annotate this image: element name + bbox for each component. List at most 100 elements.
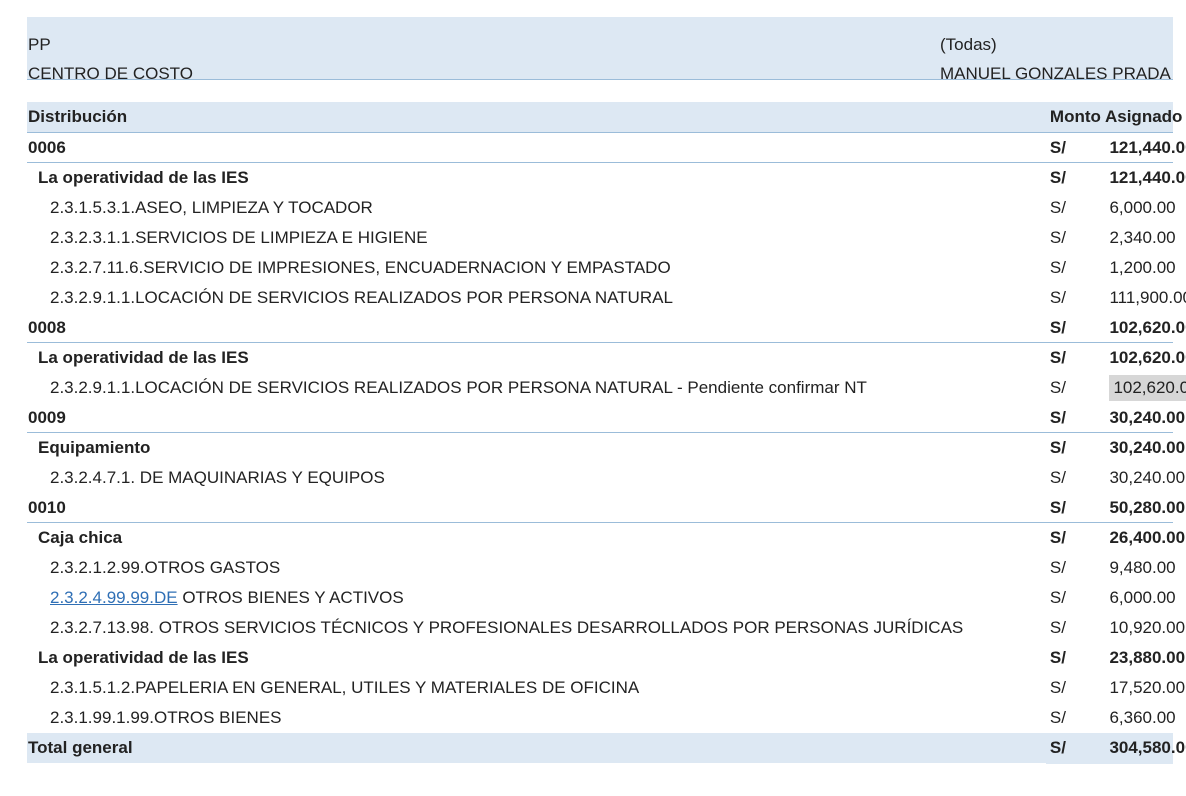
header-distribution[interactable]: Distribución <box>27 102 1046 133</box>
amount-value: 26,400.00 <box>1109 527 1186 547</box>
table-row[interactable]: 2.3.2.7.13.98. OTROS SERVICIOS TÉCNICOS … <box>27 613 1185 643</box>
row-currency: S/ <box>1045 312 1110 343</box>
row-label: La operatividad de las IES <box>27 343 1046 373</box>
table-row[interactable]: Caja chica S/26,400.00 <box>27 523 1185 553</box>
row-label: 2.3.2.9.1.1.LOCACIÓN DE SERVICIOS REALIZ… <box>27 283 1046 313</box>
row-label: 2.3.2.7.13.98. OTROS SERVICIOS TÉCNICOS … <box>27 613 1046 643</box>
row-amount[interactable]: 121,440.00 <box>1109 132 1186 163</box>
filter-value[interactable]: (Todas) <box>940 35 997 55</box>
table-row[interactable]: 2.3.2.9.1.1.LOCACIÓN DE SERVICIOS REALIZ… <box>27 283 1186 313</box>
header-amount[interactable]: Monto Asignado <box>1045 102 1182 133</box>
amount-value: 30,240.00 <box>1109 467 1186 487</box>
row-amount[interactable]: 30,240.00 <box>1109 402 1185 433</box>
filter-label: PP <box>28 35 51 54</box>
row-currency: S/ <box>1049 677 1066 697</box>
row-amount[interactable]: 17,520.00 <box>1109 673 1185 703</box>
row-currency: S/ <box>1049 257 1066 277</box>
table-row[interactable]: 0010 S/50,280.00 <box>27 492 1185 523</box>
row-label: La operatividad de las IES <box>27 163 1046 193</box>
filter-row-pp[interactable]: PP (Todas) <box>27 31 1173 59</box>
row-amount[interactable]: 1,200.00 <box>1109 253 1176 283</box>
filter-label: CENTRO DE COSTO <box>28 64 193 83</box>
row-label: Equipamiento <box>27 433 1046 463</box>
row-label-text: La operatividad de las IES <box>38 167 249 187</box>
table-row[interactable]: 2.3.1.5.1.2.PAPELERIA EN GENERAL, UTILES… <box>27 673 1185 703</box>
row-label-text: 2.3.2.3.1.1.SERVICIOS DE LIMPIEZA E HIGI… <box>50 227 428 247</box>
amount-value: 17,520.00 <box>1109 677 1186 697</box>
row-amount[interactable]: 111,900.00 <box>1109 283 1186 313</box>
row-label-text: 2.3.2.1.2.99.OTROS GASTOS <box>50 557 281 577</box>
total-currency: S/ <box>1045 732 1110 764</box>
filter-panel: PP (Todas) CENTRO DE COSTO MANUEL GONZAL… <box>27 17 1173 83</box>
row-amount[interactable]: 30,240.00 <box>1109 433 1185 463</box>
table-row[interactable]: 2.3.2.9.1.1.LOCACIÓN DE SERVICIOS REALIZ… <box>27 373 1186 403</box>
table-row[interactable]: 0008 S/102,620.00 <box>27 312 1186 343</box>
filter-value[interactable]: MANUEL GONZALES PRADA <box>940 64 1171 84</box>
table-row[interactable]: 0006 S/121,440.00 <box>27 132 1186 163</box>
row-amount[interactable]: 6,000.00 <box>1109 193 1175 223</box>
row-label: La operatividad de las IES <box>27 643 1046 673</box>
row-amount[interactable]: 50,280.00 <box>1109 492 1185 523</box>
filter-row-cost-center[interactable]: CENTRO DE COSTO MANUEL GONZALES PRADA <box>27 60 1173 88</box>
row-link[interactable]: 2.3.2.4.99.99.DE <box>50 588 178 607</box>
amount-value: 10,920.00 <box>1109 617 1186 637</box>
row-currency: S/ <box>1049 227 1066 247</box>
row-amount[interactable]: 102,620.00 <box>1109 373 1186 403</box>
row-label: 2.3.1.99.1.99.OTROS BIENES <box>27 703 1046 733</box>
row-amount[interactable]: 102,620.00 <box>1109 312 1186 343</box>
row-label-text: 2.3.2.7.13.98. OTROS SERVICIOS TÉCNICOS … <box>50 617 964 637</box>
amount-value: 30,240.00 <box>1109 437 1186 457</box>
amount-value: 23,880.00 <box>1109 647 1186 667</box>
row-label-text: 2.3.1.5.1.2.PAPELERIA EN GENERAL, UTILES… <box>50 677 640 697</box>
selected-amount-cell[interactable]: 102,620.00 <box>1109 374 1186 401</box>
amount-value: 9,480.00 <box>1109 557 1176 577</box>
row-label-text: 2.3.1.5.3.1.ASEO, LIMPIEZA Y TOCADOR <box>50 197 373 217</box>
row-amount[interactable]: 10,920.00 <box>1109 613 1185 643</box>
amount-value: 102,620.00 <box>1109 317 1186 337</box>
amount-value: 6,360.00 <box>1109 707 1176 727</box>
amount-value: 121,440.00 <box>1109 167 1186 187</box>
row-amount[interactable]: 2,340.00 <box>1109 223 1175 253</box>
row-label: 2.3.2.9.1.1.LOCACIÓN DE SERVICIOS REALIZ… <box>27 373 1046 403</box>
row-label-text: 0006 <box>28 137 66 157</box>
row-currency: S/ <box>1049 617 1066 637</box>
table-row[interactable]: La operatividad de las IES S/23,880.00 <box>27 643 1185 673</box>
row-label: 2.3.2.1.2.99.OTROS GASTOS <box>27 553 1046 583</box>
row-amount[interactable]: 6,000.00 <box>1109 583 1175 613</box>
amount-value: 50,280.00 <box>1109 497 1186 517</box>
row-amount[interactable]: 102,620.00 <box>1109 343 1186 373</box>
table-row[interactable]: La operatividad de las IES S/121,440.00 <box>27 163 1186 193</box>
row-amount[interactable]: 121,440.00 <box>1109 163 1186 193</box>
row-amount[interactable]: 9,480.00 <box>1109 553 1176 583</box>
table-row[interactable]: 2.3.2.3.1.1.SERVICIOS DE LIMPIEZA E HIGI… <box>27 223 1176 253</box>
row-amount[interactable]: 23,880.00 <box>1109 643 1185 673</box>
table-row[interactable]: Equipamiento S/30,240.00 <box>27 433 1185 463</box>
row-label-text: 2.3.2.7.11.6.SERVICIO DE IMPRESIONES, EN… <box>50 257 671 277</box>
row-currency: S/ <box>1049 467 1066 487</box>
row-label: 2.3.1.5.3.1.ASEO, LIMPIEZA Y TOCADOR <box>27 193 1046 223</box>
row-currency: S/ <box>1049 167 1066 187</box>
table-row[interactable]: La operatividad de las IES S/102,620.00 <box>27 343 1186 373</box>
table-row[interactable]: 2.3.1.5.3.1.ASEO, LIMPIEZA Y TOCADOR S/6,… <box>27 193 1176 223</box>
row-amount[interactable]: 30,240.00 <box>1109 463 1185 493</box>
table-header: Distribución Monto Asignado <box>27 102 1182 133</box>
amount-value: 1,200.00 <box>1109 257 1176 277</box>
row-label-text: Equipamiento <box>38 437 151 457</box>
row-amount[interactable]: 6,360.00 <box>1109 703 1176 733</box>
amount-value: 102,620.00 <box>1109 347 1186 367</box>
amount-value: 30,240.00 <box>1109 407 1186 427</box>
table-row[interactable]: 2.3.1.99.1.99.OTROS BIENES S/6,360.00 <box>27 703 1176 733</box>
row-currency: S/ <box>1049 197 1066 217</box>
table-row[interactable]: 0009 S/30,240.00 <box>27 402 1185 433</box>
table-row[interactable]: 2.3.2.4.7.1. DE MAQUINARIAS Y EQUIPOS S/3… <box>27 463 1185 493</box>
row-amount[interactable]: 26,400.00 <box>1109 523 1185 553</box>
table-row[interactable]: 2.3.2.7.11.6.SERVICIO DE IMPRESIONES, EN… <box>27 253 1176 283</box>
table-row[interactable]: 2.3.2.1.2.99.OTROS GASTOS S/9,480.00 <box>27 553 1176 583</box>
row-currency: S/ <box>1049 587 1066 607</box>
row-label-text: 2.3.2.4.7.1. DE MAQUINARIAS Y EQUIPOS <box>50 467 385 487</box>
row-currency: S/ <box>1049 707 1066 727</box>
row-currency: S/ <box>1045 402 1110 433</box>
table-row[interactable]: 2.3.2.4.99.99.DE OTROS BIENES Y ACTIVOS S… <box>27 583 1176 613</box>
row-label-text: La operatividad de las IES <box>38 647 249 667</box>
row-currency: S/ <box>1049 377 1066 397</box>
